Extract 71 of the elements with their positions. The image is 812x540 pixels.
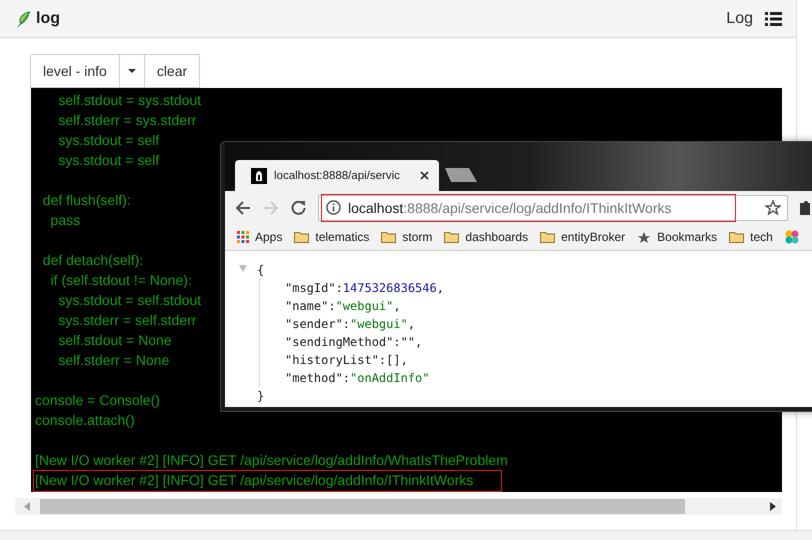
json-comma: ,	[393, 299, 401, 313]
json-value: "webgui"	[336, 299, 394, 313]
json-key: "msgId":	[285, 281, 343, 295]
list-icon[interactable]	[765, 12, 782, 26]
folder-icon	[729, 231, 744, 243]
json-value: []	[386, 353, 401, 367]
tab-title: localhost:8888/api/servic	[274, 170, 401, 182]
json-key: "sender":	[285, 317, 350, 331]
star-icon	[637, 230, 652, 244]
console-line: self.stderr = sys.stderr	[57, 111, 198, 130]
json-comma: ,	[436, 281, 444, 295]
clear-button[interactable]: clear	[144, 54, 200, 88]
page-title: log	[36, 10, 60, 28]
console-line: sys.stderr = self.stderr	[57, 311, 198, 330]
colored-blob-icon[interactable]	[784, 230, 799, 244]
bookmark-item[interactable]: dashboards	[444, 230, 528, 244]
scroll-right-icon[interactable]	[770, 502, 776, 511]
json-value: "webgui"	[350, 317, 408, 331]
new-tab-button[interactable]	[445, 168, 477, 182]
console-line: console = Console()	[34, 391, 161, 410]
horizontal-scrollbar[interactable]	[15, 498, 782, 515]
feather-icon	[16, 10, 32, 28]
console-line: def flush(self):	[42, 191, 132, 210]
url-path: :8888/api/service/log/addInfo/IThinkItWorks	[403, 200, 672, 216]
console-line: sys.stdout = self	[57, 131, 160, 150]
json-value: 1475326836546	[342, 281, 437, 295]
json-comma: ,	[400, 353, 408, 367]
nav-link[interactable]: Log	[726, 10, 753, 28]
console-line: def detach(self):	[42, 251, 144, 270]
bookmark-item[interactable]: entityBroker	[540, 230, 626, 244]
bookmark-item[interactable]: Bookmarks	[637, 230, 718, 244]
star-icon[interactable]	[765, 200, 781, 215]
console-line: pass	[50, 211, 82, 230]
caret-icon	[128, 69, 136, 73]
back-icon[interactable]	[235, 200, 251, 214]
console-line: sys.stdout = self.stdout	[57, 291, 202, 310]
bookmark-item[interactable]: Apps	[237, 230, 282, 244]
json-comma: ,	[408, 317, 416, 331]
console-line: if (self.stdout != None):	[50, 271, 193, 290]
bookmark-item[interactable]: storm	[381, 230, 432, 244]
scrollbar-thumb[interactable]	[40, 499, 685, 514]
folder-icon	[294, 231, 310, 243]
json-key: "method":	[285, 371, 350, 385]
json-comma: ,	[415, 335, 422, 349]
json-key: "historyList":	[285, 353, 386, 367]
folder-icon	[444, 231, 460, 243]
json-brace: {	[257, 262, 266, 279]
json-key: "name":	[285, 299, 336, 313]
level-button[interactable]: level - info	[30, 54, 120, 88]
favicon-icon	[251, 168, 267, 184]
console-line: self.stdout = sys.stdout	[57, 91, 202, 110]
reload-icon[interactable]	[291, 200, 306, 215]
json-key: "sendingMethod":	[285, 335, 401, 349]
json-value: "onAddInfo"	[350, 371, 430, 385]
bookmark-item[interactable]: telematics	[294, 230, 370, 244]
url-host: localhost	[348, 200, 404, 216]
bookmark-item[interactable]: tech	[729, 230, 773, 244]
console-line: self.stderr = None	[57, 351, 170, 370]
folder-icon	[540, 231, 556, 243]
info-icon	[326, 200, 341, 215]
console-line: sys.stdout = self	[57, 151, 160, 170]
json-brace: }	[257, 388, 266, 405]
console-line: self.stdout = None	[57, 331, 173, 350]
folder-icon	[381, 231, 396, 243]
browser-tab[interactable]: localhost:8888/api/servic	[235, 160, 439, 191]
close-icon[interactable]	[420, 171, 429, 180]
json-value: ""	[400, 335, 416, 349]
console-line: console.attach()	[34, 411, 136, 430]
apps-grid-icon	[237, 231, 249, 243]
address-bar[interactable]: localhost:8888/api/service/log/addInfo/IThinkItWorks	[318, 194, 788, 220]
console-line: [New I/O worker #2] [INFO] GET /api/service/log/addInfo/WhatIsTheProblem	[34, 451, 509, 470]
